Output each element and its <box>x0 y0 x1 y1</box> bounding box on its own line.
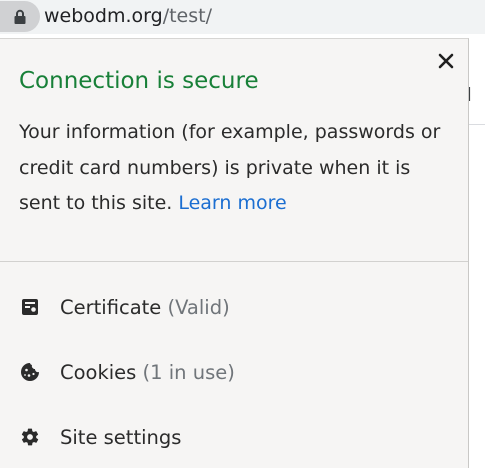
cookies-item[interactable]: Cookies (1 in use) <box>0 347 468 397</box>
close-icon <box>438 53 454 69</box>
connection-status-title: Connection is secure <box>19 68 259 94</box>
cookies-label: Cookies (1 in use) <box>60 361 235 384</box>
url-host: webodm.org <box>44 5 163 27</box>
certificate-item[interactable]: Certificate (Valid) <box>0 282 468 332</box>
site-settings-item[interactable]: Site settings <box>0 412 468 462</box>
certificate-status: (Valid) <box>161 295 230 319</box>
address-bar[interactable]: webodm.org/test/ <box>0 0 485 34</box>
site-info-button[interactable] <box>0 1 40 32</box>
connection-description: Your information (for example, passwords… <box>19 115 451 222</box>
cookies-label-text: Cookies <box>60 360 137 384</box>
url-text[interactable]: webodm.org/test/ <box>44 4 212 28</box>
cookie-icon <box>19 361 41 383</box>
certificate-label: Certificate (Valid) <box>60 296 230 319</box>
certificate-label-text: Certificate <box>60 295 162 319</box>
lock-icon <box>14 9 26 24</box>
site-settings-label-text: Site settings <box>60 425 182 449</box>
cookies-count: (1 in use) <box>136 360 235 384</box>
url-path: /test/ <box>162 5 212 27</box>
certificate-icon <box>19 296 41 318</box>
close-button[interactable] <box>434 49 458 73</box>
divider <box>0 261 468 262</box>
gear-icon <box>19 426 41 448</box>
site-info-popup: Connection is secure Your information (f… <box>0 38 469 468</box>
site-settings-label: Site settings <box>60 426 181 449</box>
browser-window: webodm.org/test/ ed Connection is secure… <box>0 0 485 468</box>
learn-more-link[interactable]: Learn more <box>178 192 286 214</box>
